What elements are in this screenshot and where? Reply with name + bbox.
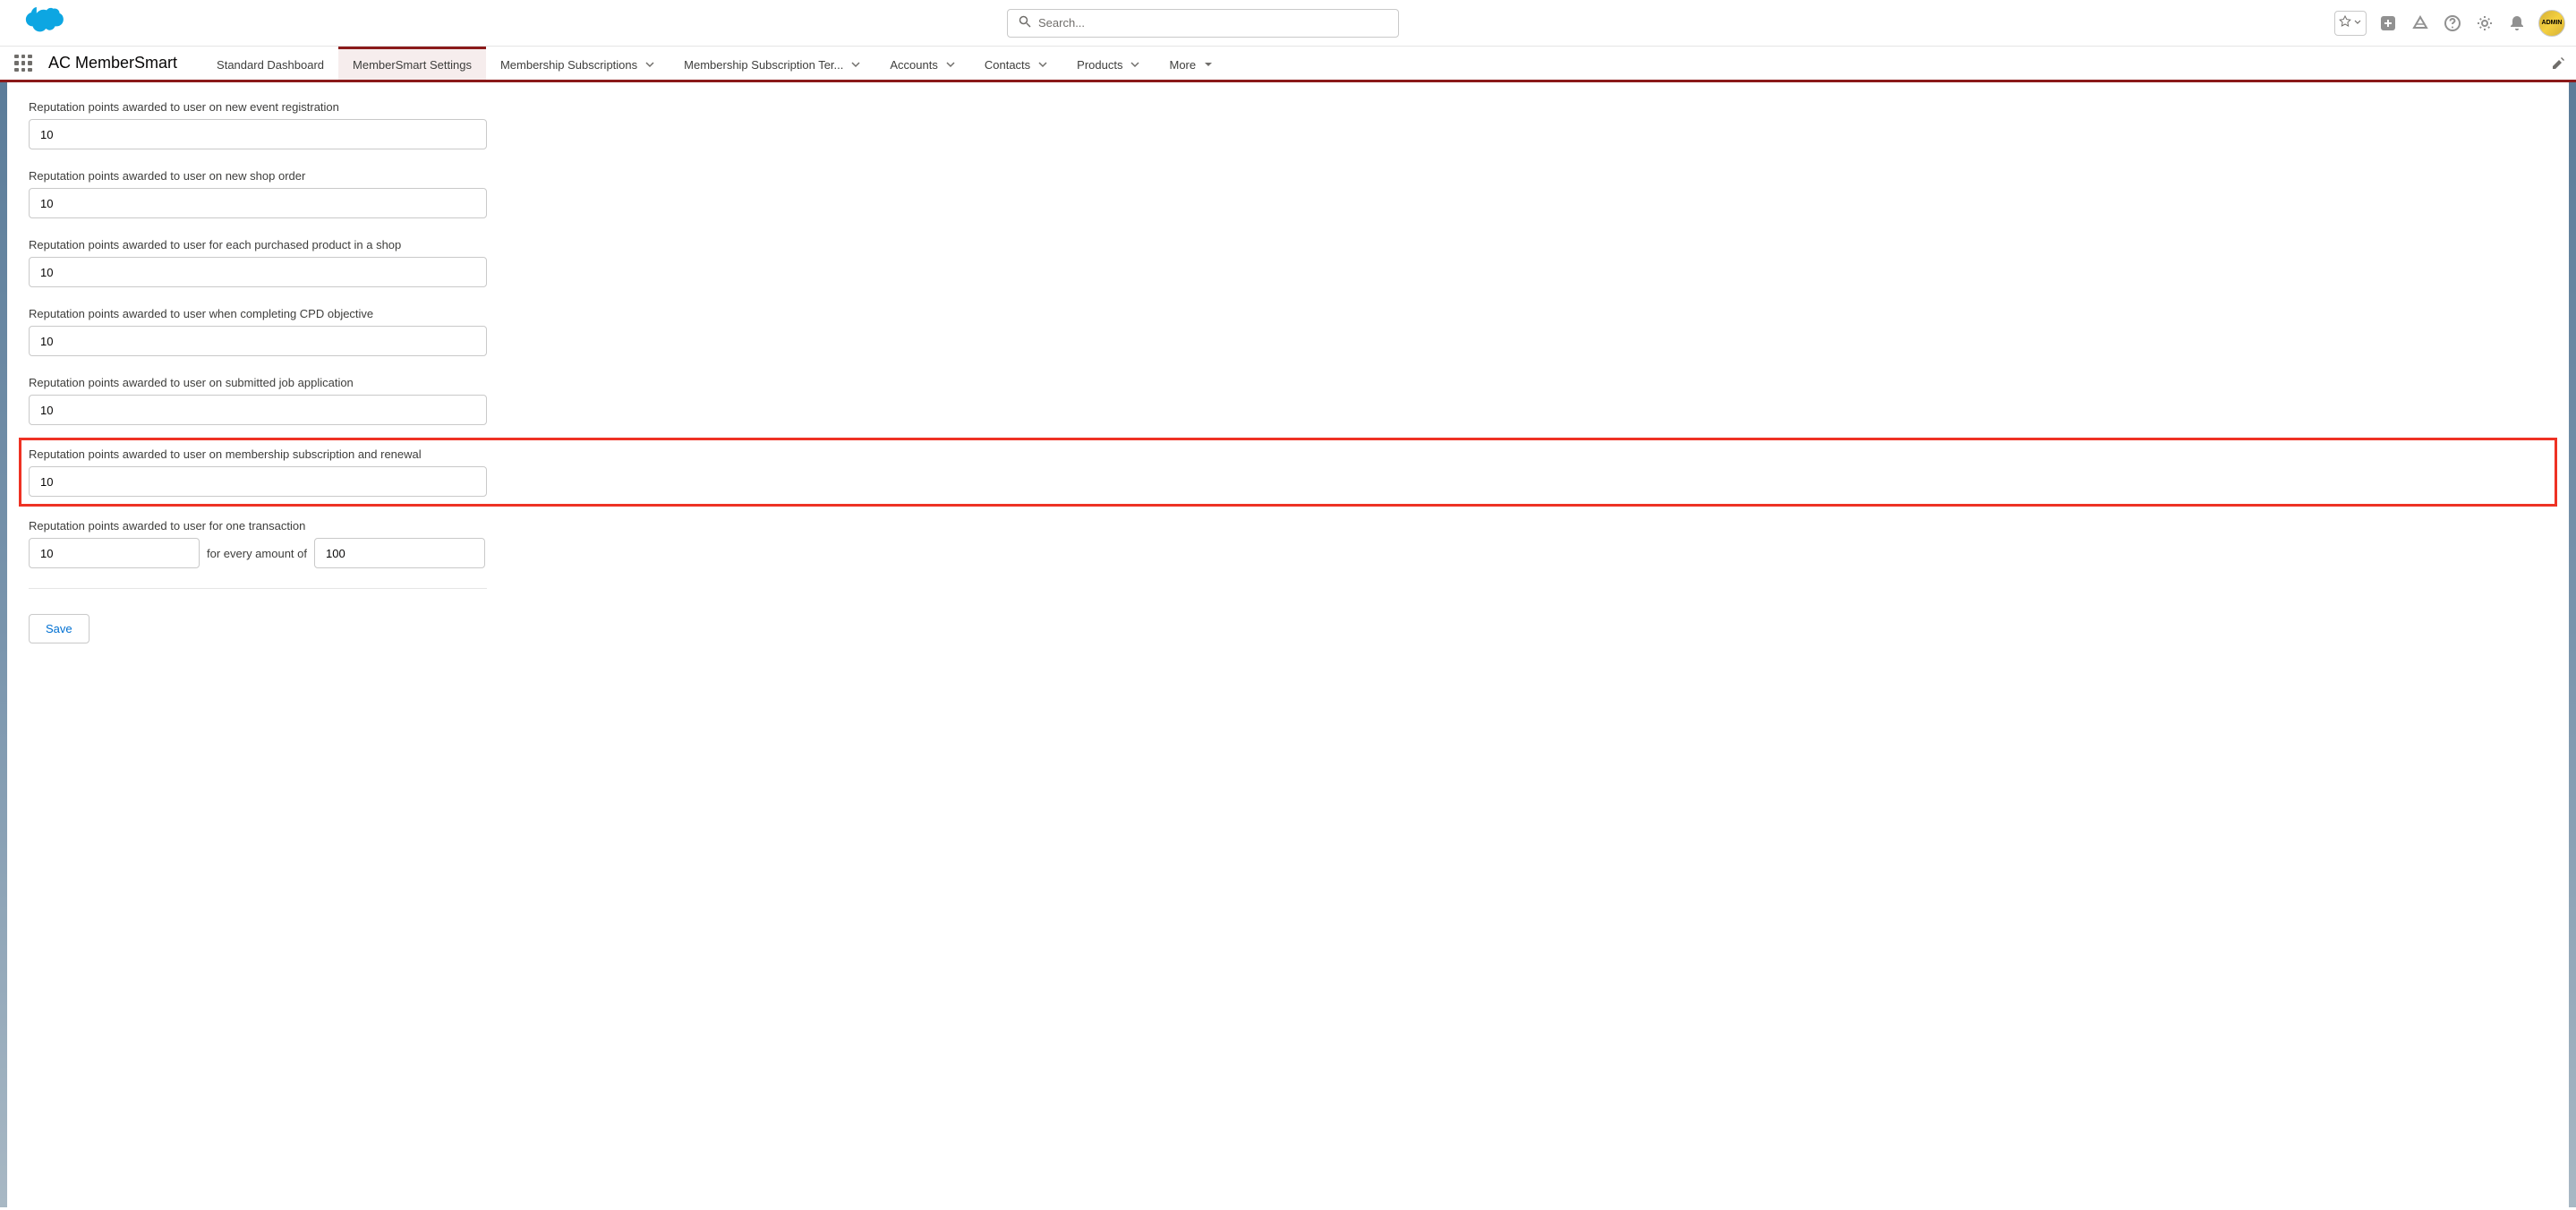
field-label: Reputation points awarded to user on new…	[29, 169, 2547, 183]
transaction-amount-label: for every amount of	[207, 547, 307, 560]
field-input[interactable]	[29, 466, 487, 497]
field-label: Reputation points awarded to user for ea…	[29, 238, 2547, 251]
edit-nav-icon[interactable]	[2547, 53, 2569, 74]
chevron-down-icon	[945, 59, 956, 70]
avatar[interactable]: ADMIN	[2538, 10, 2565, 37]
field-cpd-objective: Reputation points awarded to user when c…	[29, 307, 2547, 356]
bell-icon[interactable]	[2506, 13, 2528, 34]
nav-bar: AC MemberSmart Standard Dashboard MemberS…	[0, 47, 2576, 82]
plus-icon[interactable]	[2377, 13, 2399, 34]
nav-item-membership-subscriptions[interactable]: Membership Subscriptions	[486, 47, 670, 80]
nav-item-label: Contacts	[985, 58, 1030, 72]
global-search[interactable]	[1007, 9, 1399, 38]
chevron-down-icon	[644, 59, 655, 70]
star-icon	[2339, 15, 2351, 30]
chevron-down-icon	[1037, 59, 1048, 70]
nav-item-standard-dashboard[interactable]: Standard Dashboard	[202, 47, 338, 80]
nav-item-label: More	[1169, 58, 1196, 72]
field-label: Reputation points awarded to user on sub…	[29, 376, 2547, 389]
field-label: Reputation points awarded to user for on…	[29, 519, 2547, 533]
favorites-button[interactable]	[2334, 11, 2367, 36]
app-name: AC MemberSmart	[48, 54, 177, 72]
nav-item-contacts[interactable]: Contacts	[970, 47, 1062, 80]
nav-item-label: Standard Dashboard	[217, 58, 324, 72]
nav-item-label: Membership Subscription Ter...	[684, 58, 843, 72]
triangle-icon[interactable]	[2410, 13, 2431, 34]
transaction-amount-input[interactable]	[314, 538, 485, 568]
field-shop-order: Reputation points awarded to user on new…	[29, 169, 2547, 218]
save-button[interactable]: Save	[29, 614, 90, 643]
field-input[interactable]	[29, 395, 487, 425]
nav-item-membersmart-settings[interactable]: MemberSmart Settings	[338, 47, 486, 80]
field-label: Reputation points awarded to user on new…	[29, 100, 2547, 114]
chevron-down-icon	[1203, 59, 1214, 70]
divider	[29, 588, 487, 589]
field-job-application: Reputation points awarded to user on sub…	[29, 376, 2547, 425]
field-input[interactable]	[29, 119, 487, 149]
chevron-down-icon	[1130, 59, 1140, 70]
field-event-registration: Reputation points awarded to user on new…	[29, 100, 2547, 149]
page-wrapper: Reputation points awarded to user on new…	[0, 82, 2576, 1207]
nav-item-label: MemberSmart Settings	[353, 58, 472, 72]
search-icon	[1019, 15, 1031, 30]
nav-item-membership-subscription-ter[interactable]: Membership Subscription Ter...	[670, 47, 875, 80]
nav-item-more[interactable]: More	[1155, 47, 1228, 80]
transaction-points-input[interactable]	[29, 538, 200, 568]
app-launcher-icon[interactable]	[11, 51, 36, 76]
field-transaction: Reputation points awarded to user for on…	[29, 519, 2547, 568]
help-icon[interactable]	[2442, 13, 2463, 34]
nav-item-products[interactable]: Products	[1062, 47, 1155, 80]
chevron-down-icon	[850, 59, 861, 70]
chevron-down-icon	[2353, 16, 2362, 30]
field-input[interactable]	[29, 257, 487, 287]
nav-item-label: Membership Subscriptions	[500, 58, 637, 72]
nav-item-label: Products	[1077, 58, 1122, 72]
field-membership-renewal-highlighted: Reputation points awarded to user on mem…	[19, 438, 2557, 507]
search-input[interactable]	[1038, 16, 1387, 30]
field-purchased-product: Reputation points awarded to user for ea…	[29, 238, 2547, 287]
nav-item-label: Accounts	[890, 58, 937, 72]
nav-item-accounts[interactable]: Accounts	[875, 47, 969, 80]
salesforce-logo	[18, 7, 64, 39]
field-input[interactable]	[29, 326, 487, 356]
field-input[interactable]	[29, 188, 487, 218]
field-label: Reputation points awarded to user on mem…	[29, 447, 2547, 461]
global-header: ADMIN	[0, 0, 2576, 47]
settings-form: Reputation points awarded to user on new…	[7, 82, 2569, 1207]
gear-icon[interactable]	[2474, 13, 2495, 34]
field-label: Reputation points awarded to user when c…	[29, 307, 2547, 320]
